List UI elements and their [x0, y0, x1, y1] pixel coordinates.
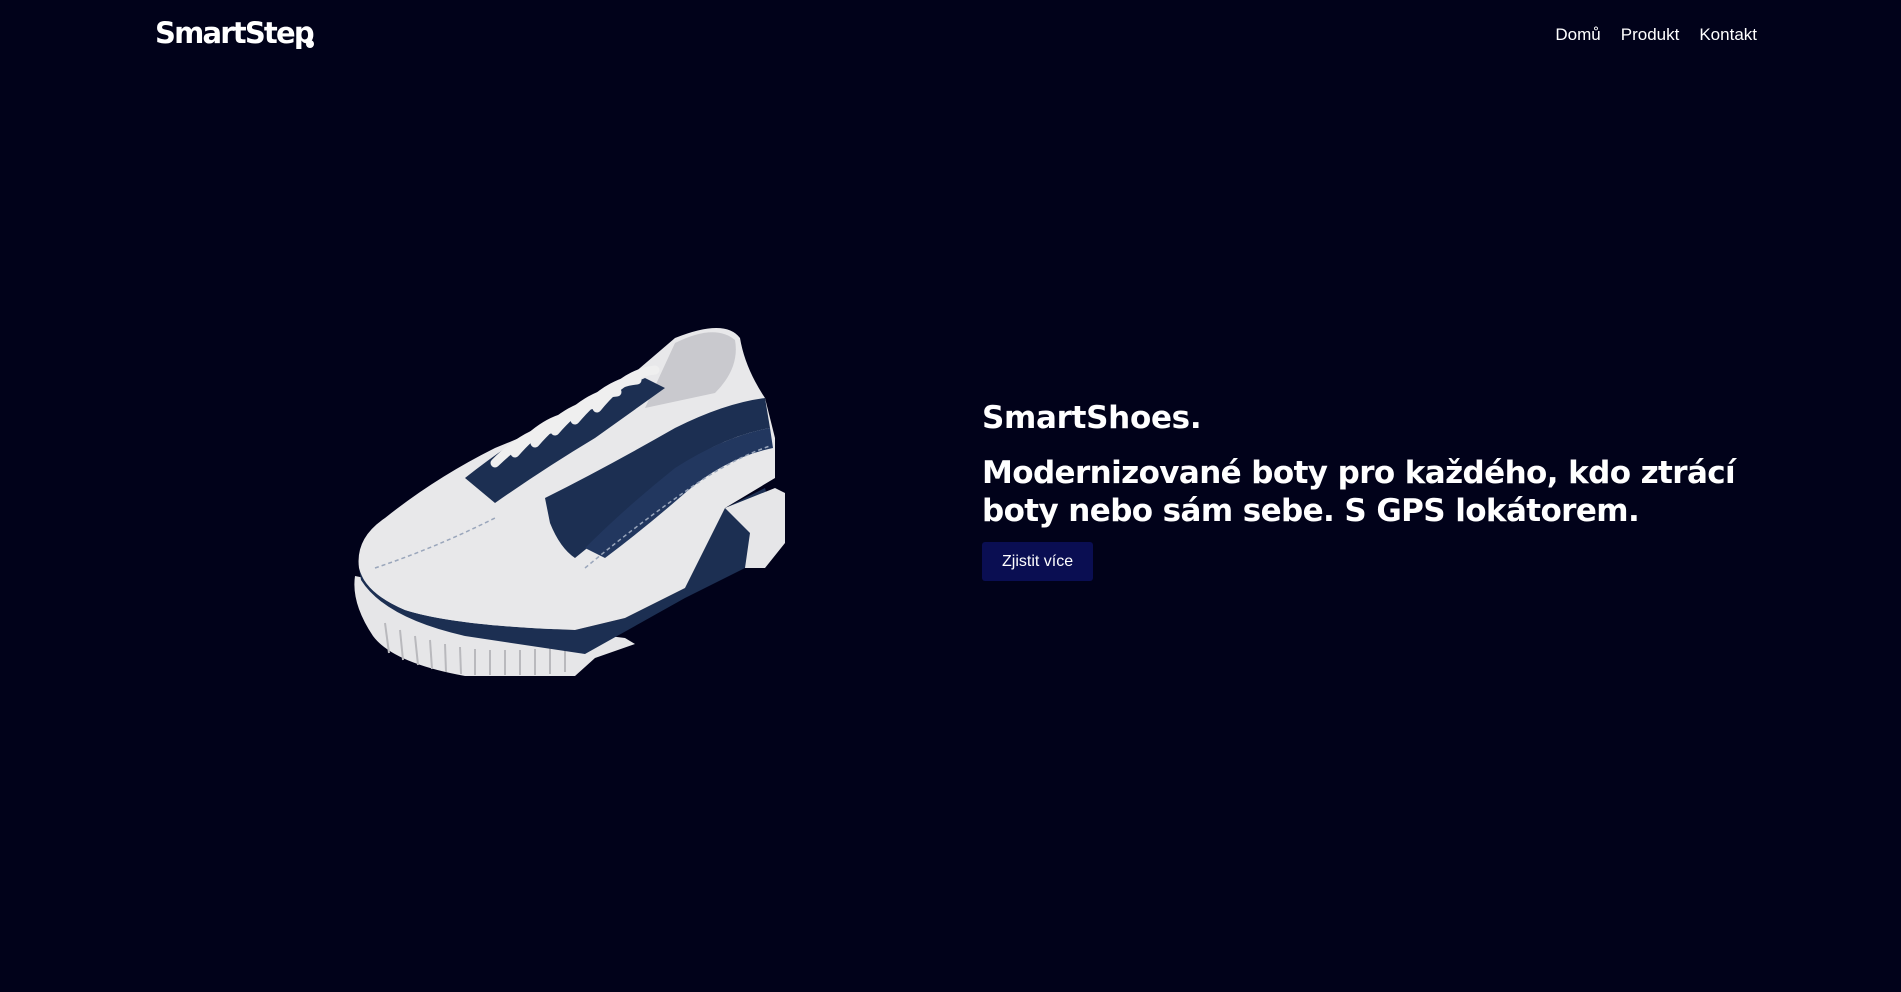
site-header: SmartStep Domů Produkt Kontakt: [0, 0, 1901, 70]
hero-subtitle: Modernizované boty pro každého, kdo ztrá…: [982, 455, 1736, 529]
nav-link-product[interactable]: Produkt: [1621, 24, 1680, 46]
nav-link-home[interactable]: Domů: [1555, 24, 1600, 46]
hero-section: SmartShoes. Modernizované boty pro každé…: [982, 396, 1742, 581]
nav-link-contact[interactable]: Kontakt: [1699, 24, 1757, 46]
hero-title: SmartShoes.: [982, 400, 1202, 436]
page: SmartStep Domů Produkt Kontakt SmartShoe…: [0, 0, 1901, 992]
logo[interactable]: SmartStep: [155, 14, 315, 52]
learn-more-button[interactable]: Zjistit více: [982, 542, 1094, 581]
logo-dot: [306, 40, 314, 48]
sneaker-image: [354, 328, 785, 676]
main-nav: Domů Produkt Kontakt: [1555, 24, 1757, 46]
